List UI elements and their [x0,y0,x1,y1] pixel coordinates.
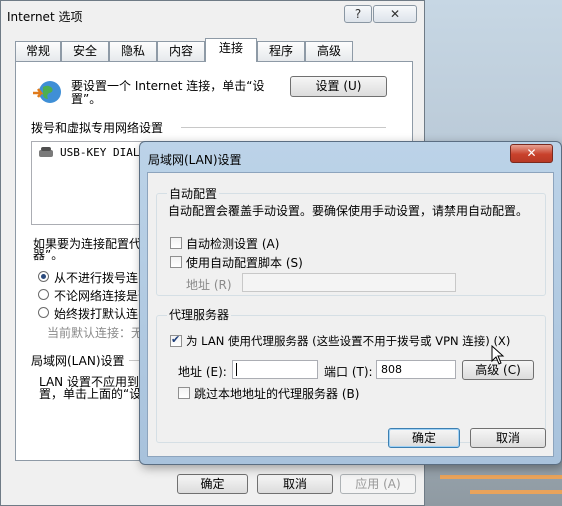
section-divider [181,127,386,128]
lan-note-2: 置，单击上面的“设 [39,387,142,401]
dialup-section-label: 拨号和虚拟专用网络设置 [31,121,164,135]
tab-content[interactable]: 内容 [157,41,205,61]
auto-script-label: 使用自动配置脚本 (S) [186,256,303,270]
auto-config-description: 自动配置会覆盖手动设置。要确保使用手动设置，请禁用自动配置。 [168,204,529,218]
script-address-input[interactable] [242,273,456,292]
radio-never-dial-label: 从不进行拨号连 [54,271,139,285]
close-button[interactable]: ✕ [373,5,417,23]
bypass-local-label: 跳过本地地址的代理服务器 (B) [194,387,360,401]
auto-detect-checkbox[interactable] [170,237,182,249]
use-proxy-label: 为 LAN 使用代理服务器 (这些设置不用于拨号或 VPN 连接) (X) [186,334,511,348]
tab-security[interactable]: 安全 [61,41,109,61]
cancel-button[interactable]: 取消 [257,474,333,494]
radio-always-dial[interactable] [38,307,49,318]
radio-dial-when-no-network[interactable] [38,289,49,300]
bypass-local-checkbox[interactable] [178,387,190,399]
tab-programs[interactable]: 程序 [257,41,305,61]
setup-text: 要设置一个 Internet 连接，单击“设置”。 [71,79,265,106]
text-cursor [236,363,237,376]
lan-ok-button[interactable]: 确定 [388,428,460,448]
use-proxy-checkbox[interactable] [170,333,182,347]
list-item[interactable]: USB-KEY DIAL [60,146,139,159]
proxy-address-input[interactable] [232,360,318,379]
setup-button[interactable]: 设置 (U) [290,76,387,97]
proxy-port-label: 端口 (T): [324,365,373,379]
apply-button[interactable]: 应用 (A) [340,474,416,494]
globe-icon [31,79,63,107]
current-default-label: 当前默认连接： [47,326,132,340]
tab-general[interactable]: 常规 [15,41,61,61]
mouse-pointer-icon [491,344,505,370]
ok-button[interactable]: 确定 [177,474,248,494]
proxy-port-input[interactable]: 808 [376,360,456,379]
help-button[interactable]: ? [344,5,372,23]
phone-icon [38,146,54,158]
tab-connections[interactable]: 连接 [205,38,257,62]
radio-dial-when-no-network-label: 不论网络连接是否 [54,289,151,303]
radio-never-dial[interactable] [38,271,49,282]
radio-always-dial-label: 始终拨打默认连 [54,307,139,321]
lan-section-label: 局域网(LAN)设置 [31,354,125,368]
lan-settings-dialog: 局域网(LAN)设置 ✕ 自动配置 自动配置会覆盖手动设置。要确保使用手动设置，… [139,141,562,465]
tab-privacy[interactable]: 隐私 [109,41,157,61]
crane-beam [470,490,562,494]
lan-dialog-title: 局域网(LAN)设置 [148,153,242,167]
crane-beam [440,475,562,479]
lan-close-button[interactable]: ✕ [510,144,553,163]
tab-advanced[interactable]: 高级 [305,41,353,61]
proxy-note-2: 器”。 [33,248,64,262]
auto-detect-label: 自动检测设置 (A) [186,237,280,251]
script-address-label: 地址 (R) [186,278,232,292]
window-title: Internet 选项 [7,10,83,24]
proxy-server-group-label: 代理服务器 [167,306,232,323]
proxy-port-value: 808 [381,363,402,376]
lan-cancel-button[interactable]: 取消 [470,428,546,448]
auto-script-checkbox[interactable] [170,256,182,268]
lan-dialog-body: 自动配置 自动配置会覆盖手动设置。要确保使用手动设置，请禁用自动配置。 自动检测… [147,172,554,457]
auto-config-group-label: 自动配置 [167,185,220,202]
proxy-address-label: 地址 (E): [178,365,227,379]
